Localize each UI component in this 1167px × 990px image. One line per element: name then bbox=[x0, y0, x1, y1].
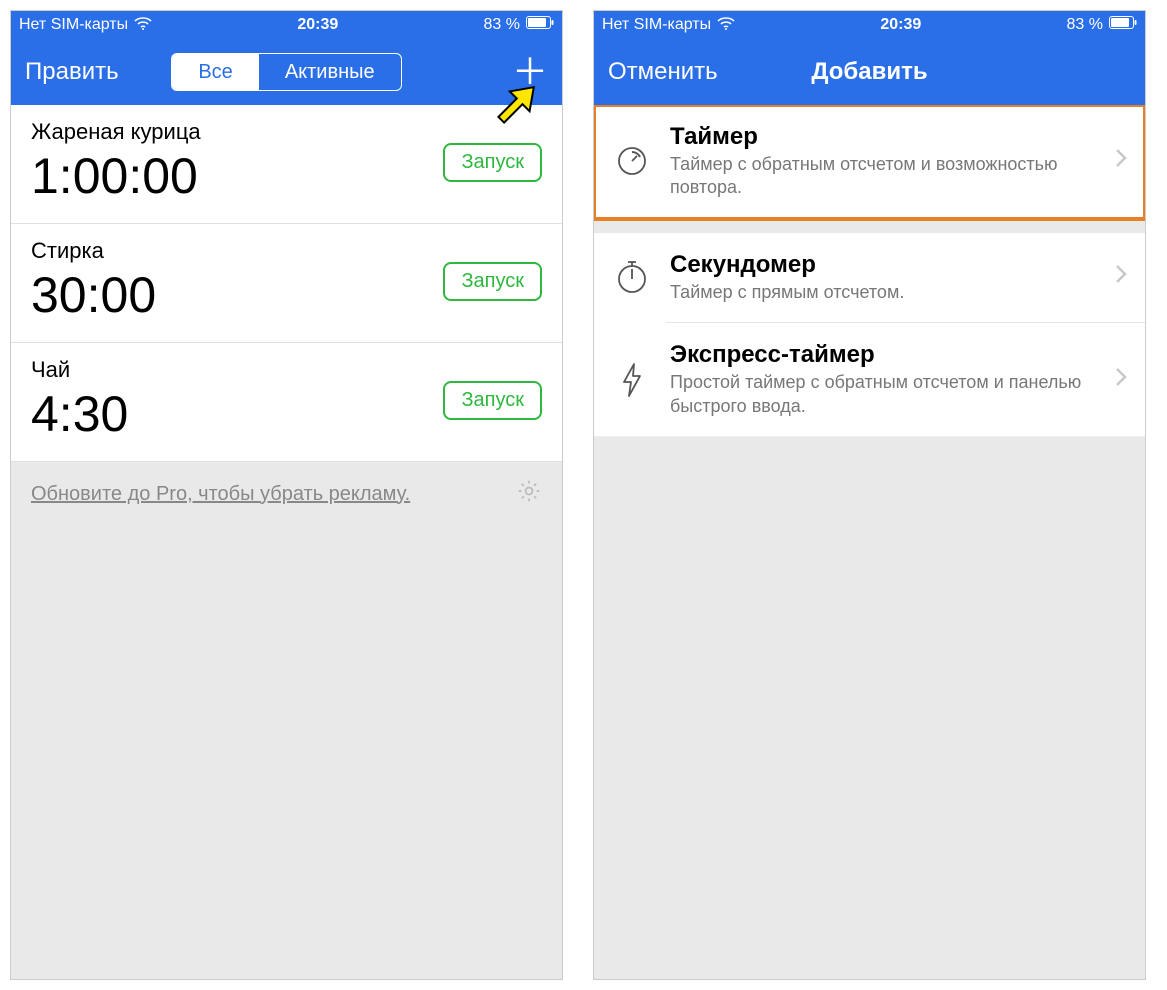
upgrade-row: Обновите до Pro, чтобы убрать рекламу. bbox=[11, 462, 562, 526]
option-express-timer[interactable]: Экспресс-таймер Простой таймер с обратны… bbox=[594, 323, 1145, 437]
start-button[interactable]: Запуск bbox=[443, 143, 542, 182]
timer-row[interactable]: Чай 4:30 Запуск bbox=[11, 343, 562, 462]
phone-screen-timer-list: Нет SIM-карты 20:39 83 % Править Все Акт… bbox=[10, 10, 563, 980]
carrier-label: Нет SIM-карты bbox=[602, 16, 711, 34]
carrier-label: Нет SIM-карты bbox=[19, 16, 128, 34]
timer-name: Жареная курица bbox=[31, 119, 201, 145]
nav-bar: Править Все Активные ＋ bbox=[11, 39, 562, 105]
start-button[interactable]: Запуск bbox=[443, 262, 542, 301]
timer-list: Жареная курица 1:00:00 Запуск Стирка 30:… bbox=[11, 105, 562, 462]
content-area: Жареная курица 1:00:00 Запуск Стирка 30:… bbox=[11, 105, 562, 979]
timer-row[interactable]: Стирка 30:00 Запуск bbox=[11, 224, 562, 343]
option-desc: Таймер с обратным отсчетом и возможность… bbox=[670, 153, 1097, 200]
option-title: Таймер bbox=[670, 123, 1097, 151]
option-timer[interactable]: Таймер Таймер с обратным отсчетом и возм… bbox=[594, 105, 1145, 219]
content-area: Таймер Таймер с обратным отсчетом и возм… bbox=[594, 105, 1145, 979]
chevron-right-icon bbox=[1115, 367, 1127, 393]
timer-icon bbox=[612, 141, 652, 181]
status-time: 20:39 bbox=[297, 16, 338, 34]
segment-all[interactable]: Все bbox=[172, 54, 258, 90]
option-title: Секундомер bbox=[670, 251, 1097, 279]
gear-icon[interactable] bbox=[516, 478, 542, 510]
stopwatch-icon bbox=[612, 257, 652, 297]
phone-screen-add-timer: Нет SIM-карты 20:39 83 % Отменить Добави… bbox=[593, 10, 1146, 980]
cancel-button[interactable]: Отменить bbox=[608, 58, 718, 86]
status-bar: Нет SIM-карты 20:39 83 % bbox=[11, 11, 562, 39]
battery-icon bbox=[526, 16, 554, 34]
status-time: 20:39 bbox=[880, 16, 921, 34]
upgrade-pro-link[interactable]: Обновите до Pro, чтобы убрать рекламу. bbox=[31, 483, 410, 506]
timer-name: Стирка bbox=[31, 238, 156, 264]
chevron-right-icon bbox=[1115, 264, 1127, 290]
lightning-icon bbox=[612, 360, 652, 400]
battery-icon bbox=[1109, 16, 1137, 34]
wifi-icon bbox=[134, 16, 152, 35]
nav-bar: Отменить Добавить bbox=[594, 39, 1145, 105]
edit-button[interactable]: Править bbox=[25, 58, 119, 86]
add-button[interactable]: ＋ bbox=[512, 54, 548, 90]
start-button[interactable]: Запуск bbox=[443, 381, 542, 420]
timer-time: 4:30 bbox=[31, 385, 128, 443]
battery-percent: 83 % bbox=[1067, 16, 1103, 34]
timer-time: 30:00 bbox=[31, 266, 156, 324]
segment-active[interactable]: Активные bbox=[259, 54, 401, 90]
timer-row[interactable]: Жареная курица 1:00:00 Запуск bbox=[11, 105, 562, 224]
wifi-icon bbox=[717, 16, 735, 35]
page-title: Добавить bbox=[811, 58, 927, 86]
option-stopwatch[interactable]: Секундомер Таймер с прямым отсчетом. bbox=[594, 233, 1145, 322]
add-options-list: Таймер Таймер с обратным отсчетом и возм… bbox=[594, 105, 1145, 437]
option-title: Экспресс-таймер bbox=[670, 341, 1097, 369]
timer-name: Чай bbox=[31, 357, 128, 383]
chevron-right-icon bbox=[1115, 148, 1127, 174]
timer-time: 1:00:00 bbox=[31, 147, 201, 205]
filter-segmented-control[interactable]: Все Активные bbox=[171, 53, 401, 91]
option-desc: Простой таймер с обратным отсчетом и пан… bbox=[670, 371, 1097, 418]
battery-percent: 83 % bbox=[484, 16, 520, 34]
option-desc: Таймер с прямым отсчетом. bbox=[670, 281, 1097, 304]
status-bar: Нет SIM-карты 20:39 83 % bbox=[594, 11, 1145, 39]
